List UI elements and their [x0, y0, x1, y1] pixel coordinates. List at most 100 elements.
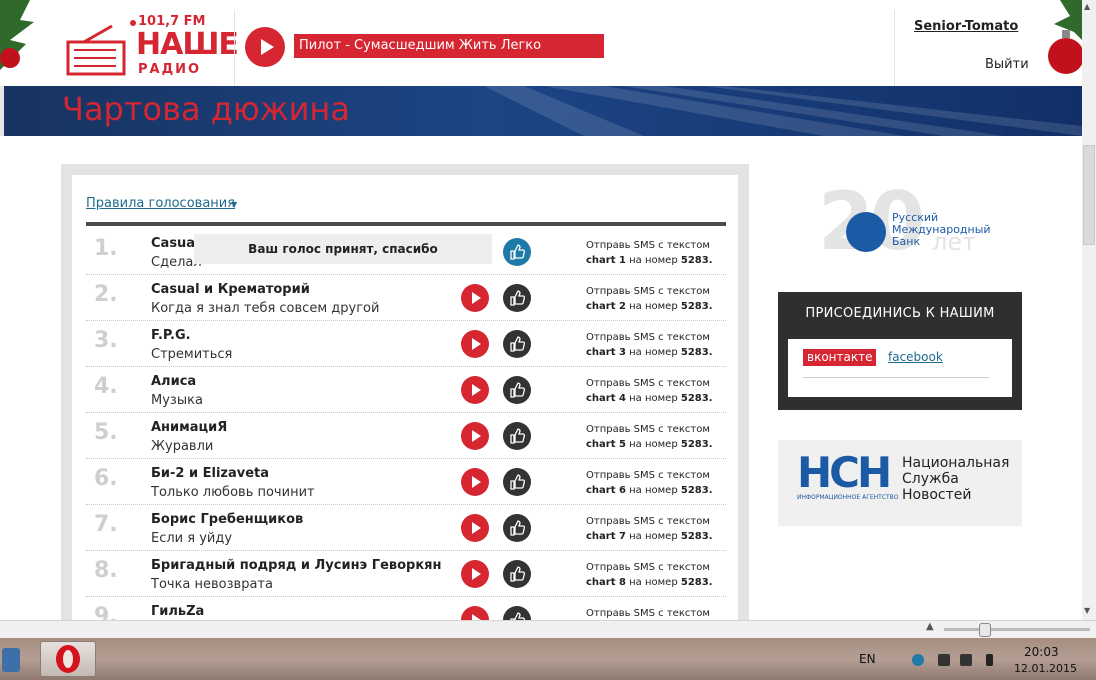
header-divider	[234, 10, 235, 86]
sms-code-line: chart 2 на номер 5283.	[586, 301, 713, 312]
row-divider	[86, 550, 726, 551]
chart-artist: Casual и Крематорий	[151, 282, 310, 297]
chart-artist: Бригадный подряд и Лусинэ Геворкян	[151, 558, 442, 573]
social-widget-body	[788, 339, 1012, 397]
zoom-menu-icon[interactable]: ▲	[926, 621, 934, 632]
tab-facebook[interactable]: facebook	[888, 349, 943, 366]
thumbs-up-icon	[510, 382, 525, 398]
chart-song: Музыка	[151, 393, 203, 408]
chart-row: 4. Алиса Музыка Отправь SMS с текстом chart …	[86, 366, 726, 412]
sms-number: 5283.	[680, 485, 713, 496]
tray-flag-icon[interactable]	[938, 654, 950, 666]
sms-code: chart 5	[586, 439, 626, 450]
sms-number: 5283.	[680, 531, 713, 542]
nsn-name-line: Национальная	[902, 455, 1010, 471]
tray-power-icon[interactable]	[960, 654, 972, 666]
chart-row: 5. АнимациЯ Журавли Отправь SMS с текстом ch…	[86, 412, 726, 458]
sms-code: chart 1	[586, 255, 626, 266]
sms-number: 5283.	[680, 393, 713, 404]
live-play-button[interactable]	[245, 27, 285, 67]
chart-rank: 5.	[94, 420, 118, 445]
scroll-down-icon[interactable]: ▼	[1084, 606, 1090, 615]
vote-like-button[interactable]	[503, 468, 531, 496]
sms-number: 5283.	[680, 255, 713, 266]
nsn-name-line: Служба	[902, 471, 959, 487]
bank-name-line: Банк	[892, 235, 921, 248]
taskbar-clock[interactable]: 20:03	[1024, 644, 1059, 661]
vote-like-button[interactable]	[503, 330, 531, 358]
header-divider	[894, 10, 895, 86]
taskbar-app-icon[interactable]	[2, 648, 20, 672]
sms-instruction: Отправь SMS с текстом	[586, 332, 710, 343]
row-divider	[86, 274, 726, 275]
sms-number: 5283.	[680, 577, 713, 588]
chart-row: 7. Борис Гребенщиков Если я уйду Отправь SM…	[86, 504, 726, 550]
sms-code-line: chart 7 на номер 5283.	[586, 531, 713, 542]
social-widget-title: ПРИСОЕДИНИСЬ К НАШИМ	[805, 306, 995, 321]
sms-code: chart 6	[586, 485, 626, 496]
voting-rules-link[interactable]: Правила голосования	[86, 196, 235, 211]
vote-like-button[interactable]	[503, 422, 531, 450]
logout-link[interactable]: Выйти	[985, 57, 1029, 72]
vote-like-button[interactable]	[503, 238, 531, 266]
vote-confirmation-toast: Ваш голос принят, спасибо	[194, 234, 492, 264]
page-title: Чартова дюжина	[62, 90, 350, 128]
chart-artist: ГильZa	[151, 604, 205, 619]
vote-like-button[interactable]	[503, 284, 531, 312]
os-taskbar	[0, 638, 1096, 680]
vote-like-button[interactable]	[503, 376, 531, 404]
chart-rank: 6.	[94, 466, 118, 491]
vote-like-button[interactable]	[503, 560, 531, 588]
zoom-slider-handle[interactable]	[979, 623, 991, 637]
tray-network-icon[interactable]	[912, 654, 924, 666]
vertical-scrollbar[interactable]	[1082, 0, 1096, 620]
chart-song: Стремиться	[151, 347, 233, 362]
chart-song: Только любовь починит	[151, 485, 315, 500]
play-track-button[interactable]	[461, 284, 489, 312]
tray-volume-icon[interactable]	[986, 654, 993, 666]
tab-vkontakte[interactable]: вконтакте	[803, 349, 877, 366]
chart-song: Журавли	[151, 439, 214, 454]
chart-row: 8. Бригадный подряд и Лусинэ Геворкян Точк…	[86, 550, 726, 596]
play-track-button[interactable]	[461, 330, 489, 358]
christmas-tree-left-icon	[0, 0, 34, 70]
logo-title[interactable]: НАШЕ	[136, 30, 239, 60]
thumbs-up-icon	[510, 474, 525, 490]
bank-name: Русский Международный Банк	[892, 212, 991, 248]
sms-instruction: Отправь SMS с текстом	[586, 516, 710, 527]
chart-rank: 3.	[94, 328, 118, 353]
sms-code-line: chart 3 на номер 5283.	[586, 347, 713, 358]
chevron-down-icon[interactable]: ▼	[231, 200, 237, 209]
christmas-tree-right-icon	[1048, 0, 1082, 74]
user-profile-link[interactable]: Senior-Tomato	[914, 19, 1018, 34]
bank-logo-icon	[846, 212, 886, 252]
play-track-button[interactable]	[461, 422, 489, 450]
play-track-button[interactable]	[461, 514, 489, 542]
thumbs-up-icon	[510, 520, 525, 536]
zoom-slider[interactable]	[944, 628, 1090, 631]
sms-number: 5283.	[680, 347, 713, 358]
chart-artist: F.P.G.	[151, 328, 191, 343]
sms-instruction: Отправь SMS с текстом	[586, 608, 710, 619]
row-divider	[86, 504, 726, 505]
sms-instruction: Отправь SMS с текстом	[586, 378, 710, 389]
keyboard-language[interactable]: EN	[859, 652, 876, 666]
thumbs-up-icon	[510, 566, 525, 582]
sms-middle: на номер	[629, 439, 678, 450]
play-track-button[interactable]	[461, 468, 489, 496]
sms-middle: на номер	[629, 393, 678, 404]
chart-rank: 1.	[94, 236, 118, 261]
nsn-name-line: Новостей	[902, 487, 972, 503]
sms-code: chart 7	[586, 531, 626, 542]
scroll-up-icon[interactable]: ▲	[1084, 2, 1090, 11]
nsn-logo-subtitle: ИНФОРМАЦИОННОЕ АГЕНТСТВО	[797, 494, 899, 501]
chart-row: 6. Би-2 и Elizaveta Только любовь починит О…	[86, 458, 726, 504]
row-divider	[86, 412, 726, 413]
scrollbar-thumb[interactable]	[1083, 145, 1095, 245]
sms-instruction: Отправь SMS с текстом	[586, 470, 710, 481]
sms-number: 5283.	[680, 301, 713, 312]
play-track-button[interactable]	[461, 376, 489, 404]
vote-like-button[interactable]	[503, 514, 531, 542]
play-track-button[interactable]	[461, 560, 489, 588]
taskbar-date[interactable]: 12.01.2015	[1014, 662, 1077, 675]
